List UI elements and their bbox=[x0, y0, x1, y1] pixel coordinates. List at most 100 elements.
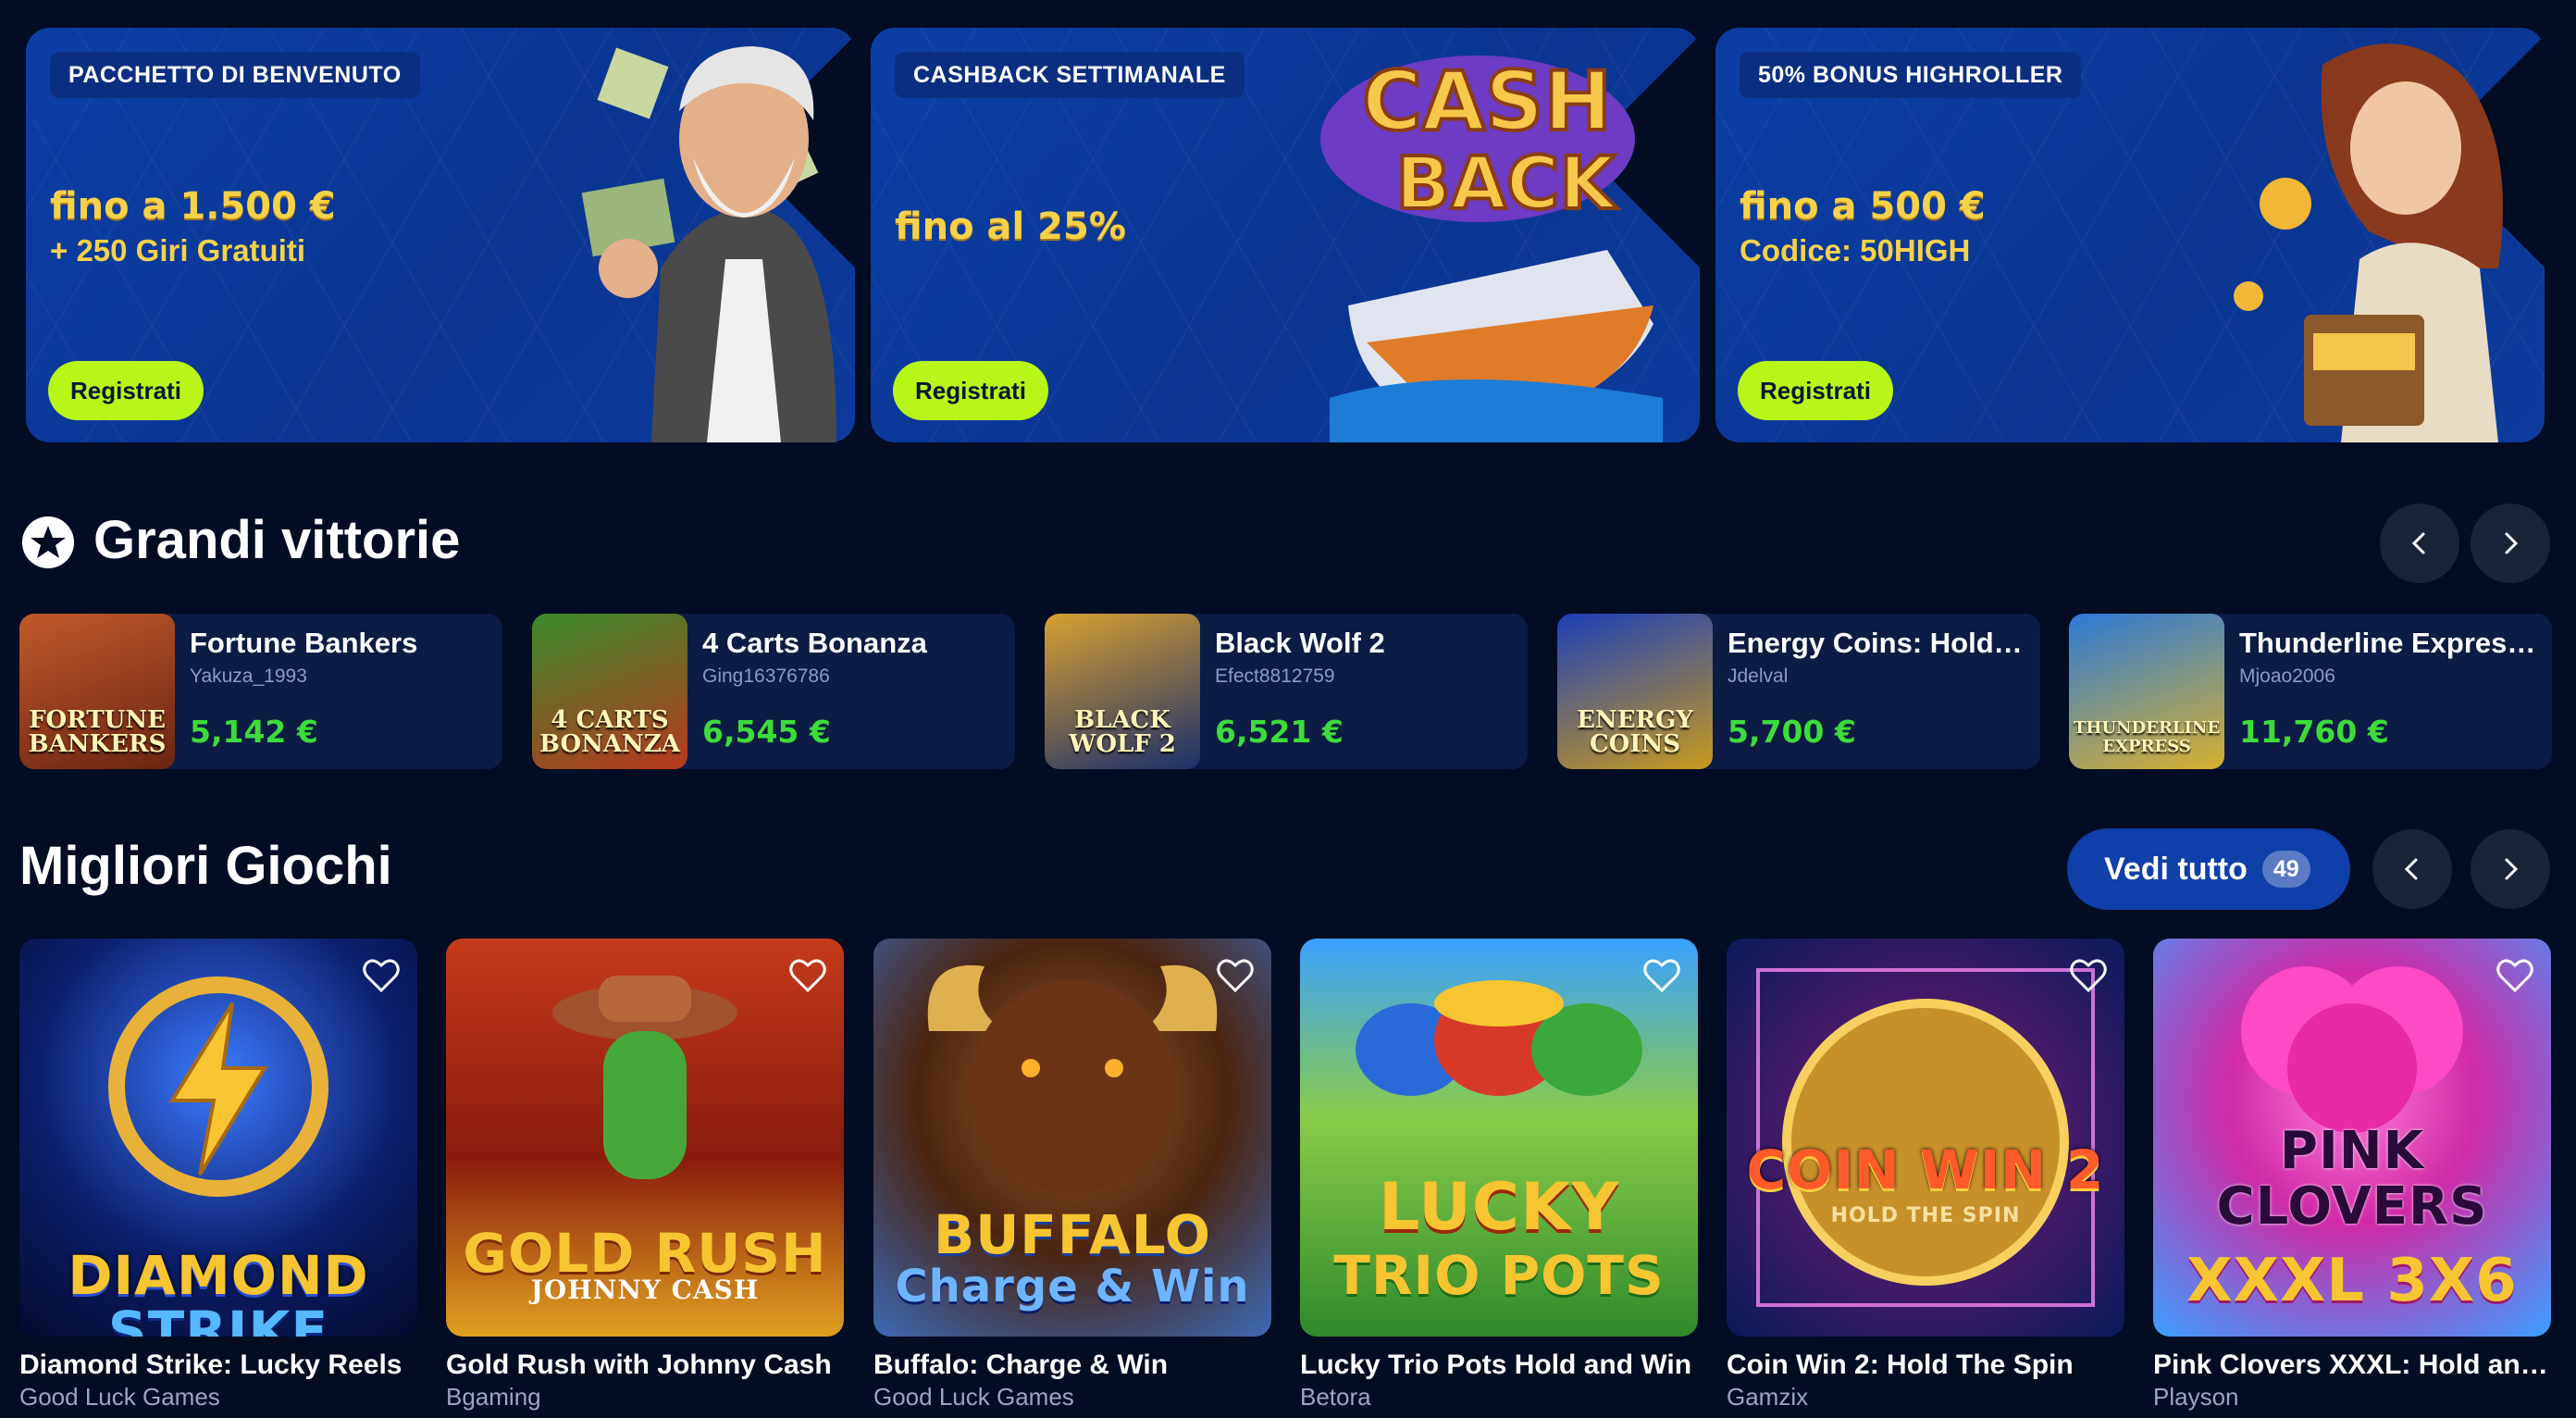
heart-icon[interactable] bbox=[1642, 957, 1681, 994]
game-provider: Playson bbox=[2153, 1383, 2239, 1411]
game-tile[interactable]: COIN WIN 2 HOLD THE SPIN Coin Win 2: Hol… bbox=[1727, 939, 2124, 1412]
game-tile[interactable]: BUFFALO Charge & Win Buffalo: Charge & W… bbox=[873, 939, 1271, 1412]
game-thumbnail[interactable]: PINK CLOVERS XXXL 3X6 bbox=[2153, 939, 2551, 1337]
top-games-prev-button[interactable] bbox=[2372, 829, 2452, 909]
big-win-card[interactable]: BLACK WOLF 2 Black Wolf 2 Efect8812759 6… bbox=[1045, 614, 1528, 769]
promo-art-croupier bbox=[581, 46, 836, 442]
win-game-title: Black Wolf 2 bbox=[1215, 627, 1385, 659]
promo-badge: CASHBACK SETTIMANALE bbox=[895, 52, 1245, 98]
promo-art-cashback-boat: CASH BACK bbox=[1320, 52, 1663, 442]
game-thumbnail[interactable]: COIN WIN 2 HOLD THE SPIN bbox=[1727, 939, 2124, 1337]
promo-art-woman-treasure bbox=[2234, 44, 2503, 442]
promo-amount: fino a 1.500 € bbox=[50, 185, 336, 228]
win-username: Ging16376786 bbox=[702, 665, 830, 687]
win-game-title: Fortune Bankers bbox=[190, 627, 418, 659]
win-username: Efect8812759 bbox=[1215, 665, 1335, 687]
game-art-line-1: BUFFALO bbox=[934, 1203, 1211, 1266]
promo-badge: 50% BONUS HIGHROLLER bbox=[1740, 52, 2082, 98]
game-tile[interactable]: DIAMOND STRIKE Diamond Strike: Lucky Ree… bbox=[19, 939, 417, 1412]
promo-card-welcome[interactable]: PACCHETTO DI BENVENUTO fino a 1.500 € + … bbox=[26, 28, 855, 442]
game-title[interactable]: Coin Win 2: Hold The Spin bbox=[1727, 1350, 2124, 1381]
win-game-title: Energy Coins: Hold a... bbox=[1728, 627, 2029, 659]
register-button[interactable]: Registrati bbox=[1738, 361, 1893, 420]
game-art-line-1: PINK CLOVERS bbox=[2216, 1121, 2488, 1237]
win-amount: 11,760 € bbox=[2239, 714, 2389, 750]
promo-subtitle: Codice: 50HIGH bbox=[1740, 233, 1971, 267]
win-game-title: Thunderline Express... bbox=[2239, 627, 2541, 659]
heart-icon[interactable] bbox=[788, 957, 827, 994]
thumbnail-label: THUNDERLINE EXPRESS bbox=[2073, 718, 2221, 756]
game-art-line-2: Charge & Win bbox=[895, 1261, 1250, 1312]
game-thumbnail[interactable]: GOLD RUSH JOHNNY CASH bbox=[446, 939, 844, 1337]
game-tile[interactable]: GOLD RUSH JOHNNY CASH Gold Rush with Joh… bbox=[446, 939, 844, 1412]
heart-icon[interactable] bbox=[2069, 957, 2108, 994]
win-username: Yakuza_1993 bbox=[190, 665, 307, 687]
promo-subtitle: + 250 Giri Gratuiti bbox=[50, 233, 306, 267]
buffalo-art bbox=[927, 964, 1218, 1193]
section-title-big-wins: Grandi vittorie bbox=[93, 510, 461, 570]
game-thumbnail: FORTUNE BANKERS bbox=[19, 614, 175, 769]
win-username: Mjoao2006 bbox=[2239, 665, 2335, 687]
game-thumbnail[interactable]: BUFFALO Charge & Win bbox=[873, 939, 1271, 1337]
game-art-line-2: JOHNNY CASH bbox=[530, 1275, 760, 1305]
game-title[interactable]: Lucky Trio Pots Hold and Win bbox=[1300, 1350, 1698, 1381]
big-win-card[interactable]: 4 CARTS BONANZA 4 Carts Bonanza Ging1637… bbox=[532, 614, 1015, 769]
promo-card-highroller[interactable]: 50% BONUS HIGHROLLER fino a 500 € Codice… bbox=[1715, 28, 2545, 442]
chevron-right-icon bbox=[2505, 532, 2519, 554]
heart-icon[interactable] bbox=[2496, 957, 2534, 994]
win-amount: 6,521 € bbox=[1215, 714, 1344, 750]
register-button[interactable]: Registrati bbox=[48, 361, 204, 420]
game-title[interactable]: Buffalo: Charge & Win bbox=[873, 1350, 1271, 1381]
lightning-bolt-art bbox=[108, 976, 328, 1197]
promo-badge: PACCHETTO DI BENVENUTO bbox=[50, 52, 420, 98]
game-provider: Good Luck Games bbox=[873, 1383, 1074, 1411]
view-all-label: Vedi tutto bbox=[2104, 851, 2248, 887]
game-title[interactable]: Gold Rush with Johnny Cash bbox=[446, 1350, 844, 1381]
thumbnail-label: FORTUNE BANKERS bbox=[28, 706, 167, 758]
chevron-left-icon bbox=[2404, 858, 2418, 880]
game-thumbnail[interactable]: LUCKY TRIO POTS bbox=[1300, 939, 1698, 1337]
game-art-line-2: TRIO POTS bbox=[1333, 1244, 1665, 1307]
game-provider: Bgaming bbox=[446, 1383, 541, 1411]
game-tile[interactable]: PINK CLOVERS XXXL 3X6 Pink Clovers XXXL:… bbox=[2153, 939, 2551, 1412]
view-all-count-badge: 49 bbox=[2261, 851, 2310, 888]
game-provider: Betora bbox=[1300, 1383, 1371, 1411]
big-wins-prev-button[interactable] bbox=[2380, 504, 2459, 583]
game-provider: Gamzix bbox=[1727, 1383, 1809, 1411]
promo-card-cashback[interactable]: CASH BACK CASHBACK SETTIMANALE fino al 2… bbox=[871, 28, 1700, 442]
game-title[interactable]: Pink Clovers XXXL: Hold and... bbox=[2153, 1350, 2551, 1381]
game-thumbnail: ENERGY COINS bbox=[1557, 614, 1713, 769]
game-art-line-2: STRIKE bbox=[107, 1300, 329, 1337]
win-amount: 5,700 € bbox=[1728, 714, 1856, 750]
big-wins-next-button[interactable] bbox=[2471, 504, 2550, 583]
view-all-button[interactable]: Vedi tutto 49 bbox=[2067, 828, 2350, 910]
thumbnail-label: ENERGY COINS bbox=[1577, 706, 1693, 758]
big-win-card[interactable]: FORTUNE BANKERS Fortune Bankers Yakuza_1… bbox=[19, 614, 502, 769]
game-thumbnail: 4 CARTS BONANZA bbox=[532, 614, 687, 769]
promo-amount: fino al 25% bbox=[895, 205, 1126, 248]
thumbnail-label: BLACK WOLF 2 bbox=[1069, 706, 1176, 758]
game-art-line-1: LUCKY bbox=[1378, 1169, 1620, 1245]
win-game-title: 4 Carts Bonanza bbox=[702, 627, 927, 659]
game-art-line-1: DIAMOND bbox=[68, 1244, 369, 1307]
chevron-left-icon bbox=[2411, 532, 2425, 554]
heart-icon[interactable] bbox=[1216, 957, 1255, 994]
heart-icon[interactable] bbox=[362, 957, 401, 994]
cactus-cowboy-art bbox=[552, 976, 737, 1179]
win-amount: 5,142 € bbox=[190, 714, 318, 750]
pots-art bbox=[1356, 980, 1642, 1096]
promo-banners: PACCHETTO DI BENVENUTO fino a 1.500 € + … bbox=[26, 28, 2545, 442]
register-button[interactable]: Registrati bbox=[893, 361, 1048, 420]
game-art-line-2: HOLD THE SPIN bbox=[1830, 1204, 2021, 1227]
cash-art-text: CASH bbox=[1362, 54, 1612, 149]
top-games-next-button[interactable] bbox=[2471, 829, 2550, 909]
game-thumbnail: THUNDERLINE EXPRESS bbox=[2069, 614, 2224, 769]
back-art-text: BACK bbox=[1395, 143, 1617, 226]
win-username: Jdelval bbox=[1728, 665, 1789, 687]
game-thumbnail[interactable]: DIAMOND STRIKE bbox=[19, 939, 417, 1337]
big-win-card[interactable]: ENERGY COINS Energy Coins: Hold a... Jde… bbox=[1557, 614, 2040, 769]
game-title[interactable]: Diamond Strike: Lucky Reels bbox=[19, 1350, 417, 1381]
section-title-top-games: Migliori Giochi bbox=[19, 836, 392, 896]
big-win-card[interactable]: THUNDERLINE EXPRESS Thunderline Express.… bbox=[2069, 614, 2552, 769]
game-tile[interactable]: LUCKY TRIO POTS Lucky Trio Pots Hold and… bbox=[1300, 939, 1698, 1412]
